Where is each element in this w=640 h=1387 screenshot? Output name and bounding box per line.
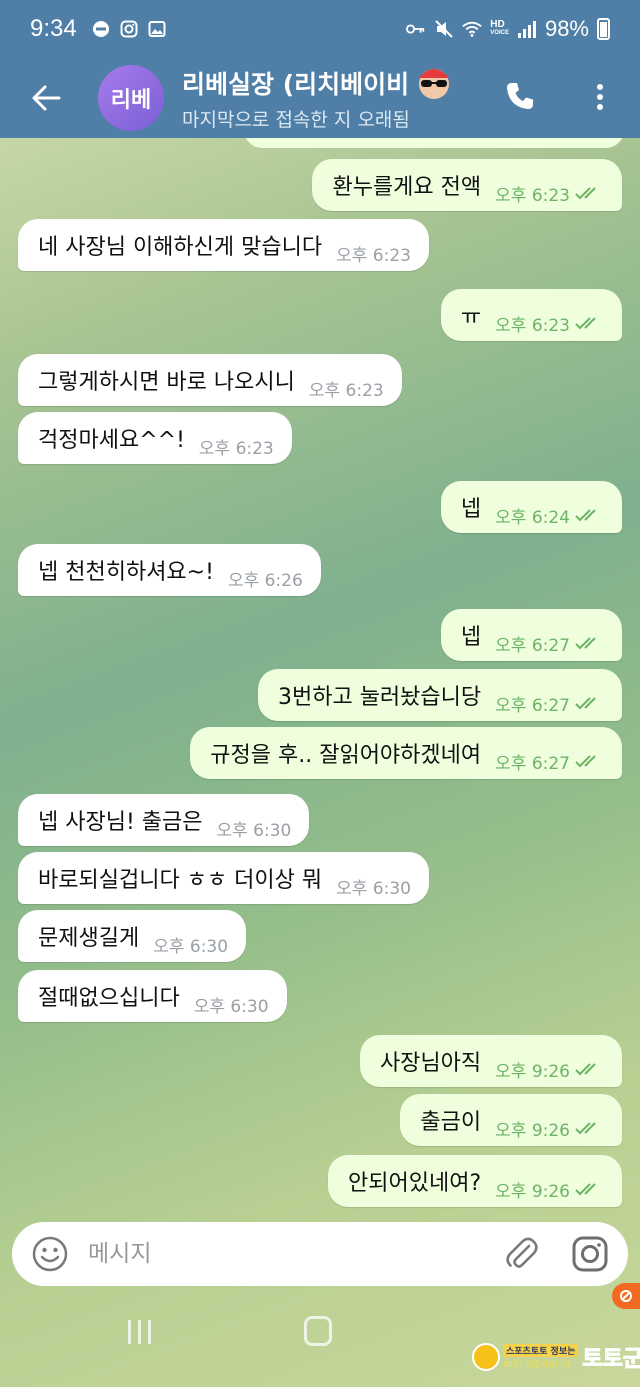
message-text: 3번하고 눌러놨습니당 [277,685,482,710]
message-text: 출금이 [420,1110,482,1135]
message-time: 오후 6:27 [495,695,570,716]
chat-title-block[interactable]: 리베실장 (리치베이비 마지막으로 접속한 지 오래됨 [182,65,474,132]
message-input[interactable] [88,1229,492,1279]
camera-button[interactable] [552,1222,628,1286]
message-text: 걱정마세요^^! [38,428,185,453]
recent-apps-button[interactable] [126,1318,154,1346]
message-bubble-partial [244,138,624,148]
incoming-message[interactable]: 문제생길게 오후 6:30 [18,910,247,962]
message-text: 넵 사장님! 출금은 [38,810,203,835]
double-check-icon [575,1122,596,1135]
incoming-message[interactable]: 그렇게하시면 바로 나오시니 오후 6:23 [18,354,402,406]
message-time: 오후 6:26 [227,570,303,591]
message-time: 오후 6:30 [153,936,229,957]
message-time: 오후 6:23 [198,438,274,459]
outgoing-message[interactable]: 출금이 오후 9:26 [400,1094,622,1146]
message-time: 오후 6:30 [336,878,411,899]
hd-voice-icon: HD VOICE [490,19,509,37]
last-seen-status: 마지막으로 접속한 지 오래됨 [182,108,410,131]
home-button[interactable] [304,1316,332,1346]
message-text: 절때없으십니다 [38,986,180,1011]
sunglasses-emoji-icon [419,68,450,99]
signal-icon [517,19,537,39]
incoming-message[interactable]: 넵 천천히하셔요~! 오후 6:26 [18,544,321,596]
outgoing-message[interactable]: ㅠ 오후 6:23 [440,289,622,341]
chat-title: 리베실장 (리치베이비 [182,69,410,99]
double-check-icon [575,187,596,200]
gallery-icon [147,19,167,39]
incoming-message[interactable]: 넵 사장님! 출금은 오후 6:30 [18,794,310,846]
message-text: 그렇게하시면 바로 나오시니 [38,370,295,395]
message-text: 환누를게요 전액 [332,175,482,200]
watermark-badge-icon [472,1343,500,1371]
message-text: 안되어있네여? [348,1171,482,1196]
back-button[interactable] [20,58,72,138]
call-button[interactable] [498,74,542,118]
chat-messages[interactable]: 환누를게요 전액 오후 6:23 네 사장님 이해하신게 맞습니다 오후 6:23 ㅠ 오… [0,138,640,1218]
message-text: 넵 [460,497,482,522]
double-check-icon [575,1063,596,1076]
outgoing-message[interactable]: 넵 오후 6:27 [440,609,622,661]
paperclip-icon [506,1237,538,1268]
message-time: 오후 6:23 [336,245,411,266]
mute-icon [434,19,454,39]
message-text: 넵 [460,625,482,650]
battery-percent: 98% [544,16,589,41]
message-text: 네 사장님 이해하신게 맞습니다 [38,235,323,260]
phone-icon [507,83,533,109]
message-text: 넵 천천히하셔요~! [38,560,214,585]
message-time: 오후 6:27 [495,753,570,774]
kebab-menu-icon [597,84,603,110]
outgoing-message[interactable]: 안되어있네여? 오후 9:26 [328,1155,622,1207]
double-check-icon [575,1183,596,1196]
avatar[interactable]: 리베 [98,65,164,131]
battery-icon [597,18,610,40]
recent-apps-icon [128,1320,151,1344]
status-bar: 9:34 HD VOICE 98% [0,0,640,58]
double-check-icon [575,637,596,650]
message-text: 사장님아직 [379,1051,482,1076]
key-icon [406,19,426,39]
outgoing-message[interactable]: 규정을 후.. 잘읽어야하겠네여 오후 6:27 [190,727,622,779]
double-check-icon [575,317,596,330]
message-composer [12,1222,628,1286]
message-time: 오후 6:23 [308,380,384,401]
message-time: 오후 6:30 [216,820,292,841]
message-time: 오후 6:23 [495,315,570,336]
more-options-button[interactable] [580,72,620,122]
message-time: 오후 6:30 [193,996,269,1017]
instagram-camera-icon [572,1236,608,1272]
dnd-icon [91,19,111,39]
message-time: 오후 6:27 [495,635,570,656]
double-check-icon [575,509,596,522]
incoming-message[interactable]: 네 사장님 이해하신게 맞습니다 오후 6:23 [18,219,429,271]
message-text: 문제생길게 [38,926,140,951]
arrow-left-icon [32,85,61,111]
outgoing-message[interactable]: 넵 오후 6:24 [440,481,622,533]
watermark-logo: 스포츠토토 정보는 BEST 검증커뮤니티 토토군 [472,1336,640,1378]
attach-button[interactable] [492,1222,552,1286]
wifi-icon [462,19,482,39]
instagram-icon [119,19,139,39]
message-time: 오후 6:24 [495,507,570,528]
outgoing-message[interactable]: 사장님아직 오후 9:26 [359,1035,622,1087]
message-time: 오후 9:26 [495,1181,570,1202]
message-time: 오후 9:26 [495,1061,570,1082]
chat-header: 리베 리베실장 (리치베이비 마지막으로 접속한 지 오래됨 [0,58,640,138]
smiley-icon [32,1236,68,1272]
incoming-message[interactable]: 걱정마세요^^! 오후 6:23 [18,412,292,464]
message-text: 바로되실겁니다 ㅎㅎ 더이상 뭐 [38,868,323,893]
message-time: 오후 9:26 [495,1120,570,1141]
incoming-message[interactable]: 바로되실겁니다 ㅎㅎ 더이상 뭐 오후 6:30 [18,852,429,904]
message-time: 오후 6:23 [495,185,570,206]
emoji-button[interactable] [12,1222,88,1286]
message-text: 규정을 후.. 잘읽어야하겠네여 [210,743,482,768]
incoming-message[interactable]: 절때없으십니다 오후 6:30 [18,970,287,1022]
outgoing-message[interactable]: 3번하고 눌러놨습니당 오후 6:27 [257,669,622,721]
double-check-icon [575,755,596,768]
status-time: 9:34 [30,15,77,42]
message-text: ㅠ [460,305,482,330]
outgoing-message[interactable]: 환누를게요 전액 오후 6:23 [312,159,622,211]
double-check-icon [575,697,596,710]
